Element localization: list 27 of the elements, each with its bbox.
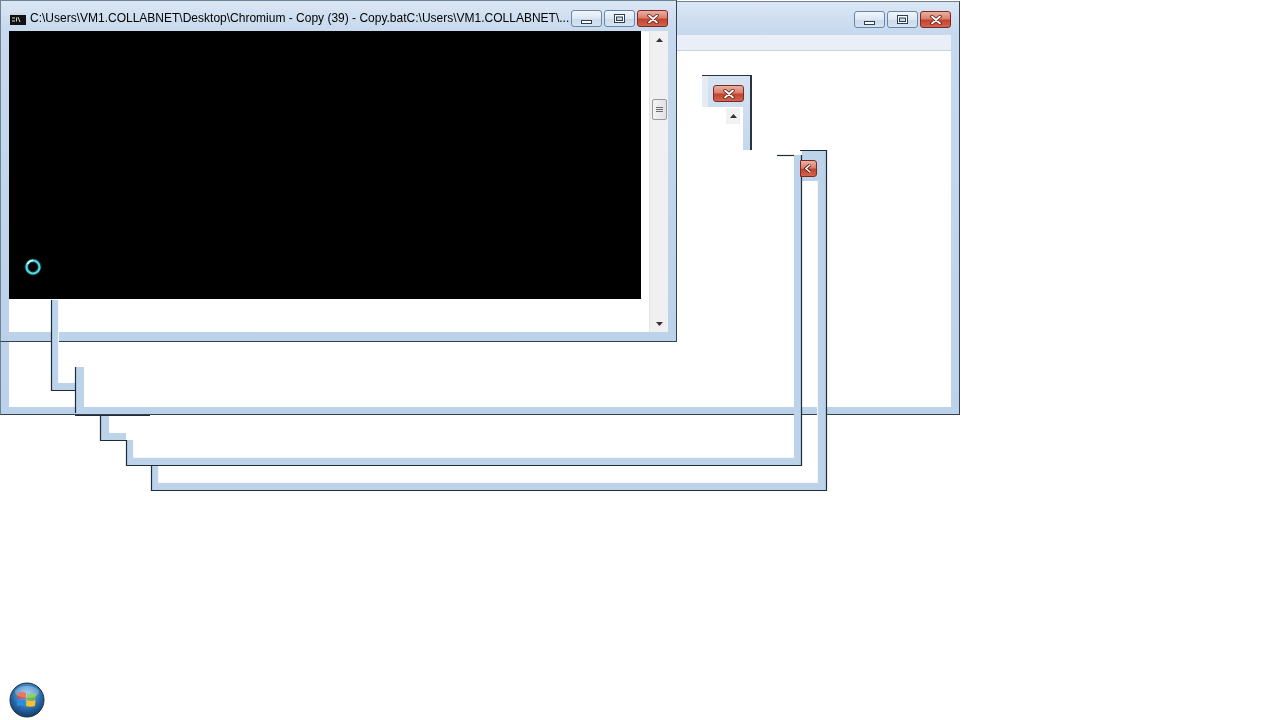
- close-icon: [646, 13, 659, 24]
- close-icon: [929, 14, 942, 25]
- close-icon: [804, 164, 811, 173]
- minimize-icon: [581, 19, 592, 24]
- minimize-button[interactable]: [571, 10, 602, 27]
- scrollbar-thumb[interactable]: [651, 99, 667, 120]
- close-button[interactable]: [800, 160, 817, 177]
- maximize-button[interactable]: [887, 11, 918, 28]
- caret-up-icon: [655, 37, 663, 42]
- minimize-icon: [864, 20, 875, 25]
- close-button[interactable]: [637, 10, 668, 27]
- minimize-button[interactable]: [854, 11, 885, 28]
- maximize-button[interactable]: [604, 10, 635, 27]
- caret-down-icon: [655, 321, 663, 326]
- window-title: C:\Users\VM1.COLLABNET\Desktop\Chromium - Copy (39) - Copy.batC:\Users\VM1.COLLABNET\...: [30, 10, 570, 27]
- start-button[interactable]: [9, 682, 45, 718]
- scrollbar[interactable]: [649, 31, 668, 332]
- busy-spinner-icon: [24, 258, 42, 276]
- close-icon: [722, 88, 735, 99]
- grip-icon: [655, 106, 663, 113]
- terminal-icon: [10, 13, 26, 25]
- scroll-up-button[interactable]: [726, 108, 740, 124]
- close-button[interactable]: [713, 85, 744, 102]
- maximize-icon: [897, 15, 908, 24]
- maximize-icon: [614, 14, 625, 23]
- close-button[interactable]: [920, 11, 951, 28]
- caret-up-icon: [729, 114, 737, 118]
